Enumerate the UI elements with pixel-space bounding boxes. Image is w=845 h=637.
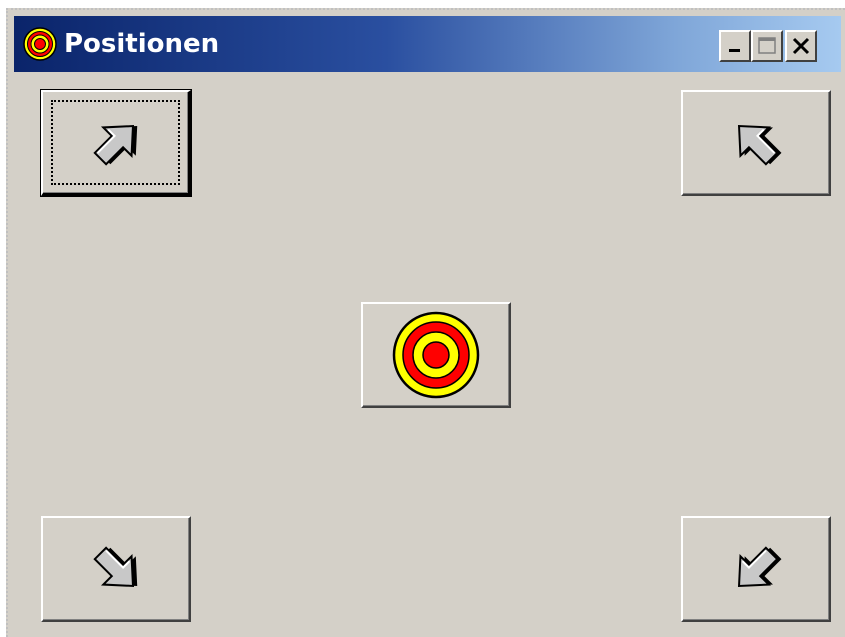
close-button[interactable] [785, 30, 817, 62]
arrow-down-right-icon [737, 546, 782, 588]
positionen-window: Positionen [6, 8, 845, 637]
top-left-button[interactable] [40, 89, 192, 197]
minimize-button[interactable] [719, 30, 751, 62]
target-icon [23, 27, 57, 61]
arrow-up-right-icon [737, 124, 782, 166]
bottom-left-button[interactable] [41, 516, 191, 622]
arrow-down-left-icon [93, 546, 138, 588]
minimize-icon [729, 49, 740, 52]
arrow-up-left-icon [92, 124, 137, 166]
target-icon [392, 311, 480, 399]
close-icon [792, 37, 810, 55]
window-title: Positionen [64, 29, 220, 59]
title-bar[interactable]: Positionen [14, 16, 841, 72]
bottom-right-button[interactable] [681, 516, 831, 622]
maximize-button[interactable] [751, 30, 783, 62]
center-button[interactable] [361, 302, 511, 408]
maximize-icon [758, 37, 776, 54]
top-right-button[interactable] [681, 90, 831, 196]
